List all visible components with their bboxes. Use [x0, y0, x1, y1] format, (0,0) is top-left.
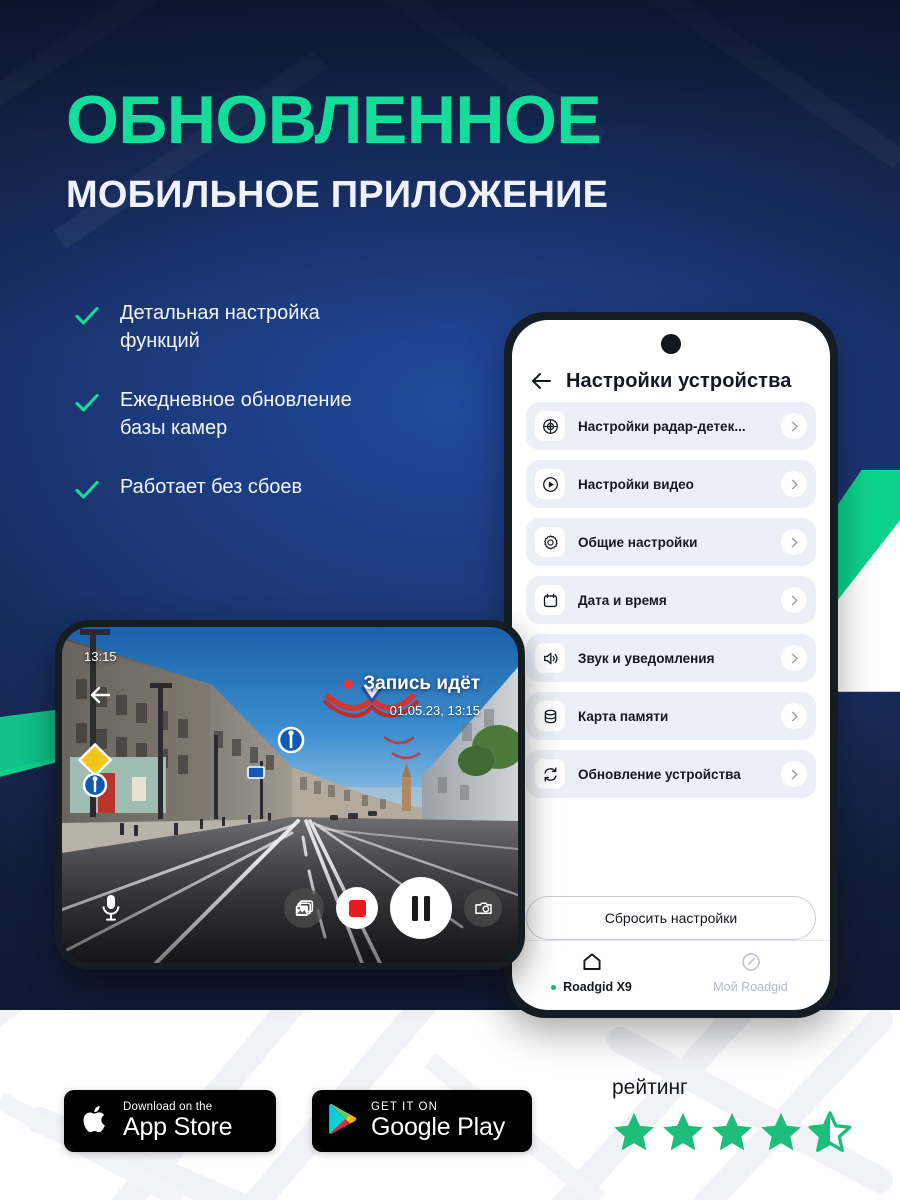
star-icon-full [612, 1110, 656, 1159]
nav-item-text: Мой Roadgid [713, 980, 788, 994]
settings-row-sound[interactable]: Звук и уведомления [526, 634, 816, 682]
camera-icon[interactable] [464, 889, 502, 927]
dashcam-clock: 13:15 [84, 649, 117, 664]
settings-phone-mockup: Настройки устройства Настройки радар-дет… [504, 312, 838, 1018]
nav-item-label: Roadgid X9 [551, 980, 632, 994]
dashcam-phone-mockup: 13:15 Запись идёт 01.05.23, 13:15 [55, 620, 525, 970]
pause-icon[interactable] [390, 877, 452, 939]
star-icon-full [710, 1110, 754, 1159]
settings-row-label: Звук и уведомления [578, 650, 715, 666]
google-play-tagline: GET IT ON [371, 1100, 438, 1113]
feature-label: Работает без сбоев [120, 476, 303, 499]
calendar-icon [535, 585, 565, 615]
headline: ОБНОВЛЕННОЕ МОБИЛЬНОЕ ПРИЛОЖЕНИЕ [66, 86, 856, 214]
settings-row-label: Настройки радар-детек... [578, 418, 746, 434]
speaker-icon [535, 643, 565, 673]
check-icon [74, 390, 100, 416]
pause-bars-icon [412, 895, 430, 921]
recording-indicator-icon [344, 679, 354, 689]
dashcam-controls [62, 871, 518, 945]
settings-row-label: Настройки видео [578, 476, 694, 492]
recording-timestamp: 01.05.23, 13:15 [389, 703, 480, 718]
settings-phone-screen: Настройки устройства Настройки радар-дет… [512, 320, 830, 1010]
star-icon-full [759, 1110, 803, 1159]
gear-icon [535, 527, 565, 557]
feature-label: Детальная настройка функций [120, 302, 320, 352]
settings-row-update[interactable]: Обновление устройства [526, 750, 816, 798]
chevron-right-icon[interactable] [781, 645, 807, 671]
arrow-left-icon[interactable] [88, 683, 112, 707]
gauge-icon [740, 951, 762, 973]
app-store-tagline: Download on the [123, 1100, 213, 1113]
status-dot-icon [551, 984, 557, 990]
feature-label: Ежедневное обновление базы камер [120, 389, 352, 439]
star-icon-full [661, 1110, 705, 1159]
settings-row-label: Карта памяти [578, 708, 669, 724]
headline-primary: ОБНОВЛЕННОЕ [66, 82, 602, 158]
record-icon[interactable] [336, 887, 378, 929]
record-square-icon [348, 899, 366, 917]
headline-secondary: МОБИЛЬНОЕ ПРИЛОЖЕНИЕ [66, 174, 609, 216]
chevron-right-icon[interactable] [781, 471, 807, 497]
chevron-right-icon[interactable] [781, 761, 807, 787]
nav-item-text: Roadgid X9 [563, 980, 632, 994]
settings-rows: Настройки радар-детек... Настройки видео… [512, 398, 830, 882]
recording-status-label: Запись идёт [363, 673, 480, 694]
microphone-icon[interactable] [100, 893, 122, 923]
chevron-right-icon[interactable] [781, 587, 807, 613]
reset-settings-button[interactable]: Сбросить настройки [526, 896, 816, 940]
check-icon [74, 477, 100, 503]
feature-list: Детальная настройка функций Ежедневное о… [74, 300, 494, 503]
nav-item-device[interactable]: Roadgid X9 [512, 951, 671, 994]
rating-stars [612, 1110, 852, 1159]
chevron-right-icon[interactable] [781, 413, 807, 439]
settings-row-radar[interactable]: Настройки радар-детек... [526, 402, 816, 450]
nav-item-label: Мой Roadgid [713, 980, 788, 994]
radar-icon [535, 411, 565, 441]
settings-header: Настройки устройства [512, 320, 830, 398]
chevron-right-icon[interactable] [781, 529, 807, 555]
google-play-badge[interactable]: GET IT ON Google Play [312, 1090, 532, 1152]
feature-item: Детальная настройка функций [74, 300, 494, 355]
settings-row-datetime[interactable]: Дата и время [526, 576, 816, 624]
app-store-badge-text: Download on the App Store [123, 1100, 233, 1142]
feature-item: Ежедневное обновление базы камер [74, 387, 494, 442]
feature-item: Работает без сбоев [74, 474, 494, 503]
refresh-icon [535, 759, 565, 789]
nav-item-my-roadgid[interactable]: Мой Roadgid [671, 951, 830, 994]
page-title: Настройки устройства [566, 369, 792, 392]
gallery-icon[interactable] [284, 888, 324, 928]
google-play-icon [328, 1102, 358, 1141]
bottom-navigation: Roadgid X9 Мой Roadgid [512, 940, 830, 1010]
rating-block: рейтинг [612, 1076, 852, 1159]
home-icon [581, 951, 603, 973]
arrow-left-icon[interactable] [530, 370, 552, 392]
apple-icon [80, 1101, 110, 1142]
settings-row-general[interactable]: Общие настройки [526, 518, 816, 566]
google-play-badge-text: GET IT ON Google Play [371, 1101, 505, 1142]
google-play-name: Google Play [371, 1113, 505, 1142]
dashcam-main-controls [284, 877, 502, 939]
star-icon-half [808, 1110, 852, 1159]
app-store-name: App Store [123, 1113, 233, 1142]
front-camera-icon [661, 334, 681, 354]
play-icon [535, 469, 565, 499]
database-icon [535, 701, 565, 731]
settings-row-video[interactable]: Настройки видео [526, 460, 816, 508]
dashcam-screen: 13:15 Запись идёт 01.05.23, 13:15 [62, 627, 518, 963]
settings-row-label: Дата и время [578, 592, 667, 608]
check-icon [74, 303, 100, 329]
settings-row-storage[interactable]: Карта памяти [526, 692, 816, 740]
chevron-right-icon[interactable] [781, 703, 807, 729]
rating-label: рейтинг [612, 1076, 688, 1099]
recording-status: Запись идёт [344, 673, 480, 695]
poster-canvas: ОБНОВЛЕННОЕ МОБИЛЬНОЕ ПРИЛОЖЕНИЕ Детальн… [0, 0, 900, 1200]
app-store-badge[interactable]: Download on the App Store [64, 1090, 276, 1152]
settings-row-label: Обновление устройства [578, 766, 741, 782]
settings-row-label: Общие настройки [578, 534, 698, 550]
